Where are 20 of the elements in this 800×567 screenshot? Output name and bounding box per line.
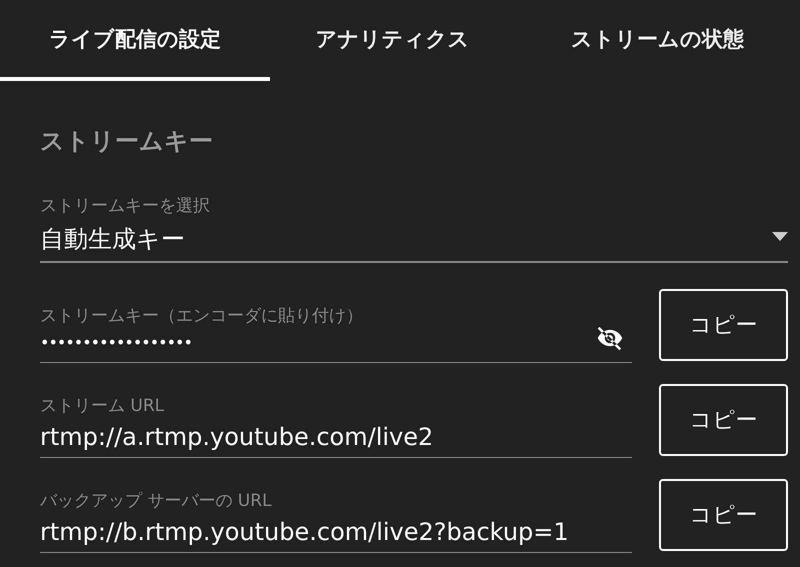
dropdown-caret-icon [772,232,788,241]
field-value: •••••••••••••••••• [40,333,193,352]
field-label: ストリームキー（エンコーダに貼り付け） [40,305,363,327]
tab[interactable]: ストリームの状態 [515,0,800,81]
section-title: ストリームキー [40,126,214,157]
tab[interactable]: アナリティクス [270,0,515,81]
text-field[interactable]: ストリームキー（エンコーダに貼り付け） •••••••••••••••••• [40,283,632,363]
copy-button[interactable]: コピー [659,479,788,551]
tab[interactable]: ライブ配信の設定 [0,0,270,81]
field-value: rtmp://b.rtmp.youtube.com/live2?backup=1 [40,518,569,546]
field-label: ストリームキーを選択 [40,195,210,217]
copy-button[interactable]: コピー [659,384,788,456]
field-label: ストリーム URL [40,395,166,417]
text-field[interactable]: ストリーム URL rtmp://a.rtmp.youtube.com/live2 [40,378,632,458]
copy-button[interactable]: コピー [659,289,788,361]
stream-key-select[interactable]: ストリームキーを選択 自動生成キー [40,193,788,263]
field-value: rtmp://a.rtmp.youtube.com/live2 [40,423,434,451]
select-value: 自動生成キー [40,224,186,255]
field-label: バックアップ サーバーの URL [40,490,273,512]
text-field[interactable]: バックアップ サーバーの URL rtmp://b.rtmp.youtube.com/live2?backup=1 [40,473,632,553]
